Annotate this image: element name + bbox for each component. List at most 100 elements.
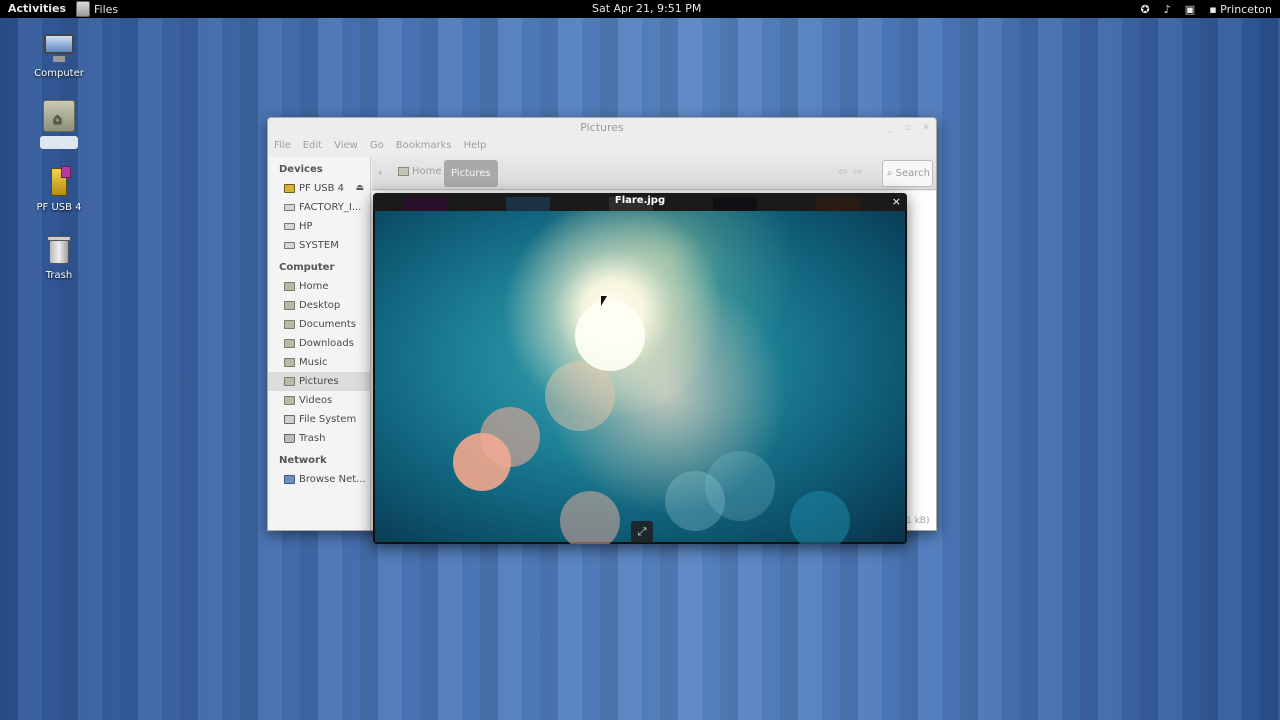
app-menu[interactable]: Files xyxy=(76,0,118,18)
bokeh-circle xyxy=(545,361,615,431)
folder-icon xyxy=(284,320,295,329)
breadcrumb-home[interactable]: Home xyxy=(398,166,442,177)
bokeh-circle xyxy=(705,451,775,521)
home-folder-icon xyxy=(284,282,295,291)
files-app-icon xyxy=(76,1,90,17)
back-icon[interactable]: ⇦ xyxy=(838,165,847,178)
status-text: 1 kB) xyxy=(906,516,930,526)
drive-icon xyxy=(284,223,295,230)
sidebar-item-label: Browse Net... xyxy=(299,474,366,485)
sidebar-item-system[interactable]: SYSTEM xyxy=(268,236,370,255)
sidebar-item-trash[interactable]: Trash xyxy=(268,429,370,448)
menu-go[interactable]: Go xyxy=(370,140,384,151)
sidebar-item-pf-usb[interactable]: PF USB 4 ⏏ xyxy=(268,179,370,198)
image-preview: Flare.jpg × ⤢ xyxy=(373,193,907,544)
forward-icon[interactable]: ⇨ xyxy=(853,165,862,178)
search-icon: ⌕ xyxy=(887,168,893,179)
desktop-icon-label: PF USB 4 xyxy=(36,202,82,213)
sidebar-item-factory[interactable]: FACTORY_I... xyxy=(268,198,370,217)
bokeh-circle xyxy=(560,491,620,544)
folder-icon xyxy=(284,339,295,348)
accessibility-icon[interactable]: ✪ xyxy=(1141,3,1150,16)
sidebar-item-downloads[interactable]: Downloads xyxy=(268,334,370,353)
bokeh-circle xyxy=(790,491,850,544)
menu-file[interactable]: File xyxy=(274,140,291,151)
maximize-icon[interactable]: ▫ xyxy=(904,118,910,138)
sidebar-item-browse-network[interactable]: Browse Net... xyxy=(268,470,370,489)
desktop-icon-label: Computer xyxy=(34,68,84,79)
places-sidebar: Devices PF USB 4 ⏏ FACTORY_I... HP SYSTE… xyxy=(268,157,371,530)
user-name: Princeton xyxy=(1220,2,1272,16)
history-buttons: ⇦ ⇨ xyxy=(838,165,862,178)
sidebar-item-documents[interactable]: Documents xyxy=(268,315,370,334)
sidebar-item-music[interactable]: Music xyxy=(268,353,370,372)
drive-icon xyxy=(284,242,295,249)
menu-view[interactable]: View xyxy=(334,140,358,151)
flare-image: ⤢ xyxy=(375,211,905,544)
sidebar-item-label: FACTORY_I... xyxy=(299,202,362,213)
window-title: Pictures xyxy=(580,121,624,134)
sidebar-heading-network: Network xyxy=(279,455,327,466)
search-button[interactable]: ⌕ Search xyxy=(882,160,933,187)
top-panel: Activities Files Sat Apr 21, 9:51 PM ✪ ♪… xyxy=(0,0,1280,18)
usb-drive-icon xyxy=(43,166,75,198)
sidebar-item-pictures[interactable]: Pictures xyxy=(268,372,370,391)
breadcrumb-left-arrow-icon[interactable]: ‹ xyxy=(378,166,382,179)
sidebar-item-file-system[interactable]: File System xyxy=(268,410,370,429)
chat-icon: ▪ xyxy=(1209,2,1217,16)
clock[interactable]: Sat Apr 21, 9:51 PM xyxy=(592,2,701,15)
sidebar-item-label: Pictures xyxy=(299,376,339,387)
desktop-icon-label: Trash xyxy=(45,270,73,281)
sidebar-item-label: File System xyxy=(299,414,357,425)
desktop-icon-usb[interactable]: PF USB 4 xyxy=(19,166,99,213)
sidebar-item-label: Documents xyxy=(299,319,357,330)
sidebar-item-videos[interactable]: Videos xyxy=(268,391,370,410)
close-icon[interactable]: ✕ xyxy=(922,118,930,138)
home-folder-icon xyxy=(398,167,409,176)
search-label: Search xyxy=(895,168,930,179)
computer-icon xyxy=(43,32,75,64)
home-folder-icon: ⌂ xyxy=(43,100,75,132)
eject-icon[interactable]: ⏏ xyxy=(355,179,364,198)
sidebar-item-label: Videos xyxy=(299,395,333,406)
menu-help[interactable]: Help xyxy=(464,140,487,151)
preview-title: Flare.jpg xyxy=(614,195,666,206)
menu-edit[interactable]: Edit xyxy=(303,140,322,151)
network-icon[interactable]: ▣ xyxy=(1185,3,1195,16)
window-titlebar[interactable]: Pictures _ ▫ ✕ xyxy=(268,118,936,138)
folder-icon xyxy=(284,396,295,405)
sidebar-item-label: Music xyxy=(299,357,328,368)
sidebar-heading-computer: Computer xyxy=(279,262,335,273)
status-area: ✪ ♪ ▣ ▪ Princeton xyxy=(1141,1,1272,17)
sidebar-item-home[interactable]: Home xyxy=(268,277,370,296)
desktop-icon-label: Home xyxy=(40,136,78,149)
folder-icon xyxy=(284,301,295,310)
sidebar-item-label: PF USB 4 xyxy=(299,183,345,194)
sidebar-item-label: Downloads xyxy=(299,338,354,349)
desktop-icon-home[interactable]: ⌂ Home xyxy=(19,100,99,149)
volume-icon[interactable]: ♪ xyxy=(1164,3,1171,16)
minimize-icon[interactable]: _ xyxy=(888,118,893,138)
bokeh-circle xyxy=(575,301,645,371)
sidebar-item-label: HP xyxy=(299,221,313,232)
menu-bar: File Edit View Go Bookmarks Help xyxy=(274,140,486,151)
folder-icon xyxy=(284,377,295,386)
sidebar-item-label: Desktop xyxy=(299,300,341,311)
sidebar-item-desktop[interactable]: Desktop xyxy=(268,296,370,315)
close-icon[interactable]: × xyxy=(892,195,901,208)
usb-drive-icon xyxy=(284,184,295,193)
network-icon xyxy=(284,475,295,484)
fullscreen-icon[interactable]: ⤢ xyxy=(631,521,653,543)
desktop-icon-trash[interactable]: Trash xyxy=(19,234,99,281)
breadcrumb-current[interactable]: Pictures xyxy=(444,160,498,187)
sidebar-item-hp[interactable]: HP xyxy=(268,217,370,236)
bokeh-circle xyxy=(480,407,540,467)
menu-bookmarks[interactable]: Bookmarks xyxy=(396,140,452,151)
activities-button[interactable]: Activities xyxy=(8,2,66,15)
desktop-icon-computer[interactable]: Computer xyxy=(19,32,99,79)
sidebar-item-label: SYSTEM xyxy=(299,240,339,251)
drive-icon xyxy=(284,204,295,211)
sidebar-heading-devices: Devices xyxy=(279,164,323,175)
sidebar-item-label: Trash xyxy=(299,433,326,444)
user-menu[interactable]: ▪ Princeton xyxy=(1209,3,1272,16)
